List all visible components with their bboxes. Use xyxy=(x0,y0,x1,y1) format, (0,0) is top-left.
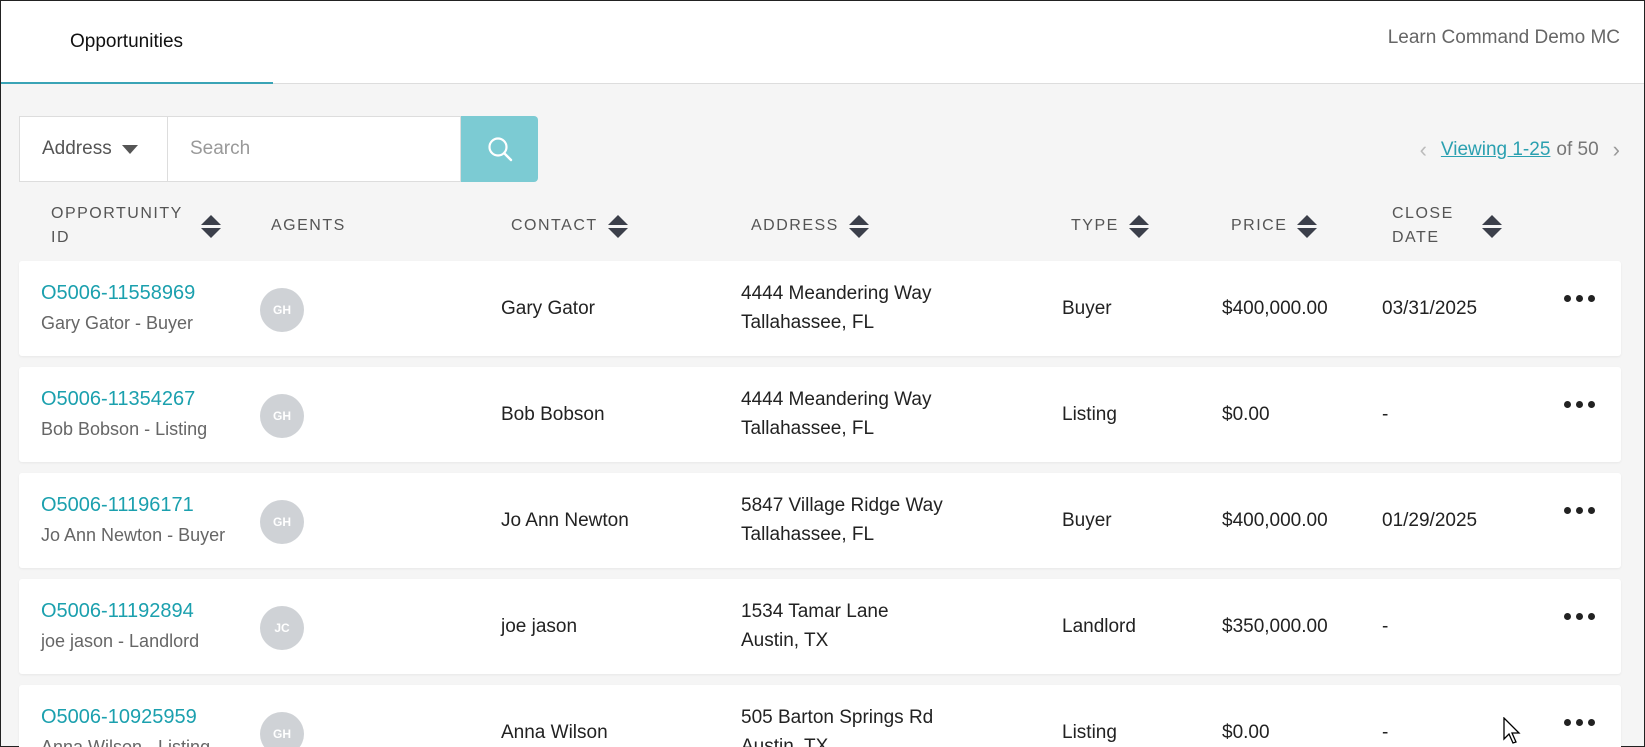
total-count: of 50 xyxy=(1556,139,1599,160)
tab-opportunities[interactable]: Opportunities xyxy=(1,1,273,84)
column-header-close-date[interactable]: CLOSE DATE xyxy=(1392,201,1502,251)
more-icon[interactable] xyxy=(1560,397,1599,412)
search-icon xyxy=(487,137,512,162)
column-header-contact[interactable]: CONTACT xyxy=(511,201,628,251)
close-date: 03/31/2025 xyxy=(1382,298,1478,319)
contact-name: Anna Wilson xyxy=(501,722,608,743)
opportunity-subtitle: Anna Wilson - Listing xyxy=(41,737,211,747)
close-date: - xyxy=(1382,722,1389,743)
opportunity-price: $0.00 xyxy=(1222,404,1270,425)
sort-icon[interactable] xyxy=(1482,214,1502,238)
address-line-2: Austin, TX xyxy=(741,630,829,651)
opportunity-price: $400,000.00 xyxy=(1222,298,1328,319)
search-bar: Address xyxy=(19,116,538,182)
opportunity-id-link[interactable]: O5006-11354267 xyxy=(41,388,195,411)
opportunity-subtitle: Jo Ann Newton - Buyer xyxy=(41,525,226,545)
opportunity-price: $350,000.00 xyxy=(1222,616,1328,637)
close-date: 01/29/2025 xyxy=(1382,510,1478,531)
opportunity-type: Listing xyxy=(1062,722,1117,743)
column-header-type[interactable]: TYPE xyxy=(1071,201,1149,251)
column-label: ADDRESS xyxy=(751,217,839,234)
table-row[interactable]: O5006-11196171 Jo Ann Newton - Buyer GH … xyxy=(19,473,1621,568)
sort-icon[interactable] xyxy=(848,214,869,238)
opportunity-id-link[interactable]: O5006-11196171 xyxy=(41,494,194,517)
address-line-2: Tallahassee, FL xyxy=(741,418,875,439)
table-row[interactable]: O5006-10925959 Anna Wilson - Listing GH … xyxy=(19,685,1621,747)
table-row[interactable]: O5006-11354267 Bob Bobson - Listing GH B… xyxy=(19,367,1621,462)
chevron-right-icon[interactable]: › xyxy=(1613,137,1620,163)
contact-name: Bob Bobson xyxy=(501,404,605,425)
chevron-left-icon[interactable]: ‹ xyxy=(1420,137,1427,163)
opportunity-price: $0.00 xyxy=(1222,722,1270,743)
opportunity-type: Buyer xyxy=(1062,510,1112,531)
search-field-dropdown[interactable]: Address xyxy=(19,116,167,182)
sort-icon[interactable] xyxy=(1297,214,1318,238)
address-line-1: 1534 Tamar Lane xyxy=(741,601,889,622)
search-field-label: Address xyxy=(42,138,112,159)
address-line-1: 4444 Meandering Way xyxy=(741,389,932,410)
column-label: OPPORTUNITY ID xyxy=(51,205,183,246)
address-line-2: Tallahassee, FL xyxy=(741,312,875,333)
opportunity-subtitle: joe jason - Landlord xyxy=(41,631,200,651)
pagination: ‹ Viewing 1-25 of 50 › xyxy=(1420,137,1620,163)
contact-name: Gary Gator xyxy=(501,298,595,319)
column-label: PRICE xyxy=(1231,217,1288,234)
opportunity-id-link[interactable]: O5006-10925959 xyxy=(41,706,197,729)
more-icon[interactable] xyxy=(1560,609,1599,624)
opportunity-subtitle: Gary Gator - Buyer xyxy=(41,313,194,333)
opportunity-type: Landlord xyxy=(1062,616,1136,637)
top-bar: Opportunities Learn Command Demo MC xyxy=(1,1,1644,84)
address-line-1: 505 Barton Springs Rd xyxy=(741,707,934,728)
opportunity-subtitle: Bob Bobson - Listing xyxy=(41,419,208,439)
contact-name: Jo Ann Newton xyxy=(501,510,629,531)
table-row[interactable]: O5006-11558969 Gary Gator - Buyer GH Gar… xyxy=(19,261,1621,356)
opportunity-id-link[interactable]: O5006-11192894 xyxy=(41,600,194,623)
account-name[interactable]: Learn Command Demo MC xyxy=(1388,27,1620,49)
close-date: - xyxy=(1382,404,1389,425)
address-line-2: Austin, TX xyxy=(741,736,829,747)
column-label: TYPE xyxy=(1071,217,1119,234)
column-header-agents: AGENTS xyxy=(271,201,346,251)
table-header: OPPORTUNITY ID AGENTS CONTACT ADDRESS TY… xyxy=(1,201,1644,251)
viewing-range-link[interactable]: Viewing 1-25 xyxy=(1441,139,1551,161)
close-date: - xyxy=(1382,616,1389,637)
caret-down-icon xyxy=(121,144,138,154)
sort-icon[interactable] xyxy=(607,214,628,238)
column-header-address[interactable]: ADDRESS xyxy=(751,201,869,251)
avatar: JC xyxy=(260,606,304,650)
column-header-opportunity-id[interactable]: OPPORTUNITY ID xyxy=(51,201,221,251)
sort-icon[interactable] xyxy=(201,214,221,238)
table-row[interactable]: O5006-11192894 joe jason - Landlord JC j… xyxy=(19,579,1621,674)
more-icon[interactable] xyxy=(1560,715,1599,730)
search-input[interactable] xyxy=(167,116,461,182)
search-button[interactable] xyxy=(461,116,538,182)
opportunity-id-link[interactable]: O5006-11558969 xyxy=(41,282,195,305)
address-line-2: Tallahassee, FL xyxy=(741,524,875,545)
sort-icon[interactable] xyxy=(1128,214,1149,238)
mouse-cursor-icon xyxy=(1503,717,1521,744)
address-line-1: 4444 Meandering Way xyxy=(741,283,932,304)
avatar: GH xyxy=(260,712,304,747)
more-icon[interactable] xyxy=(1560,503,1599,518)
contact-name: joe jason xyxy=(501,616,578,637)
column-label: AGENTS xyxy=(271,217,346,234)
column-label: CLOSE DATE xyxy=(1392,205,1454,246)
avatar: GH xyxy=(260,288,304,332)
avatar: GH xyxy=(260,394,304,438)
address-line-1: 5847 Village Ridge Way xyxy=(741,495,943,516)
opportunity-type: Buyer xyxy=(1062,298,1112,319)
opportunity-price: $400,000.00 xyxy=(1222,510,1328,531)
column-label: CONTACT xyxy=(511,217,598,234)
more-icon[interactable] xyxy=(1560,291,1599,306)
column-header-price[interactable]: PRICE xyxy=(1231,201,1318,251)
avatar: GH xyxy=(260,500,304,544)
opportunity-type: Listing xyxy=(1062,404,1117,425)
